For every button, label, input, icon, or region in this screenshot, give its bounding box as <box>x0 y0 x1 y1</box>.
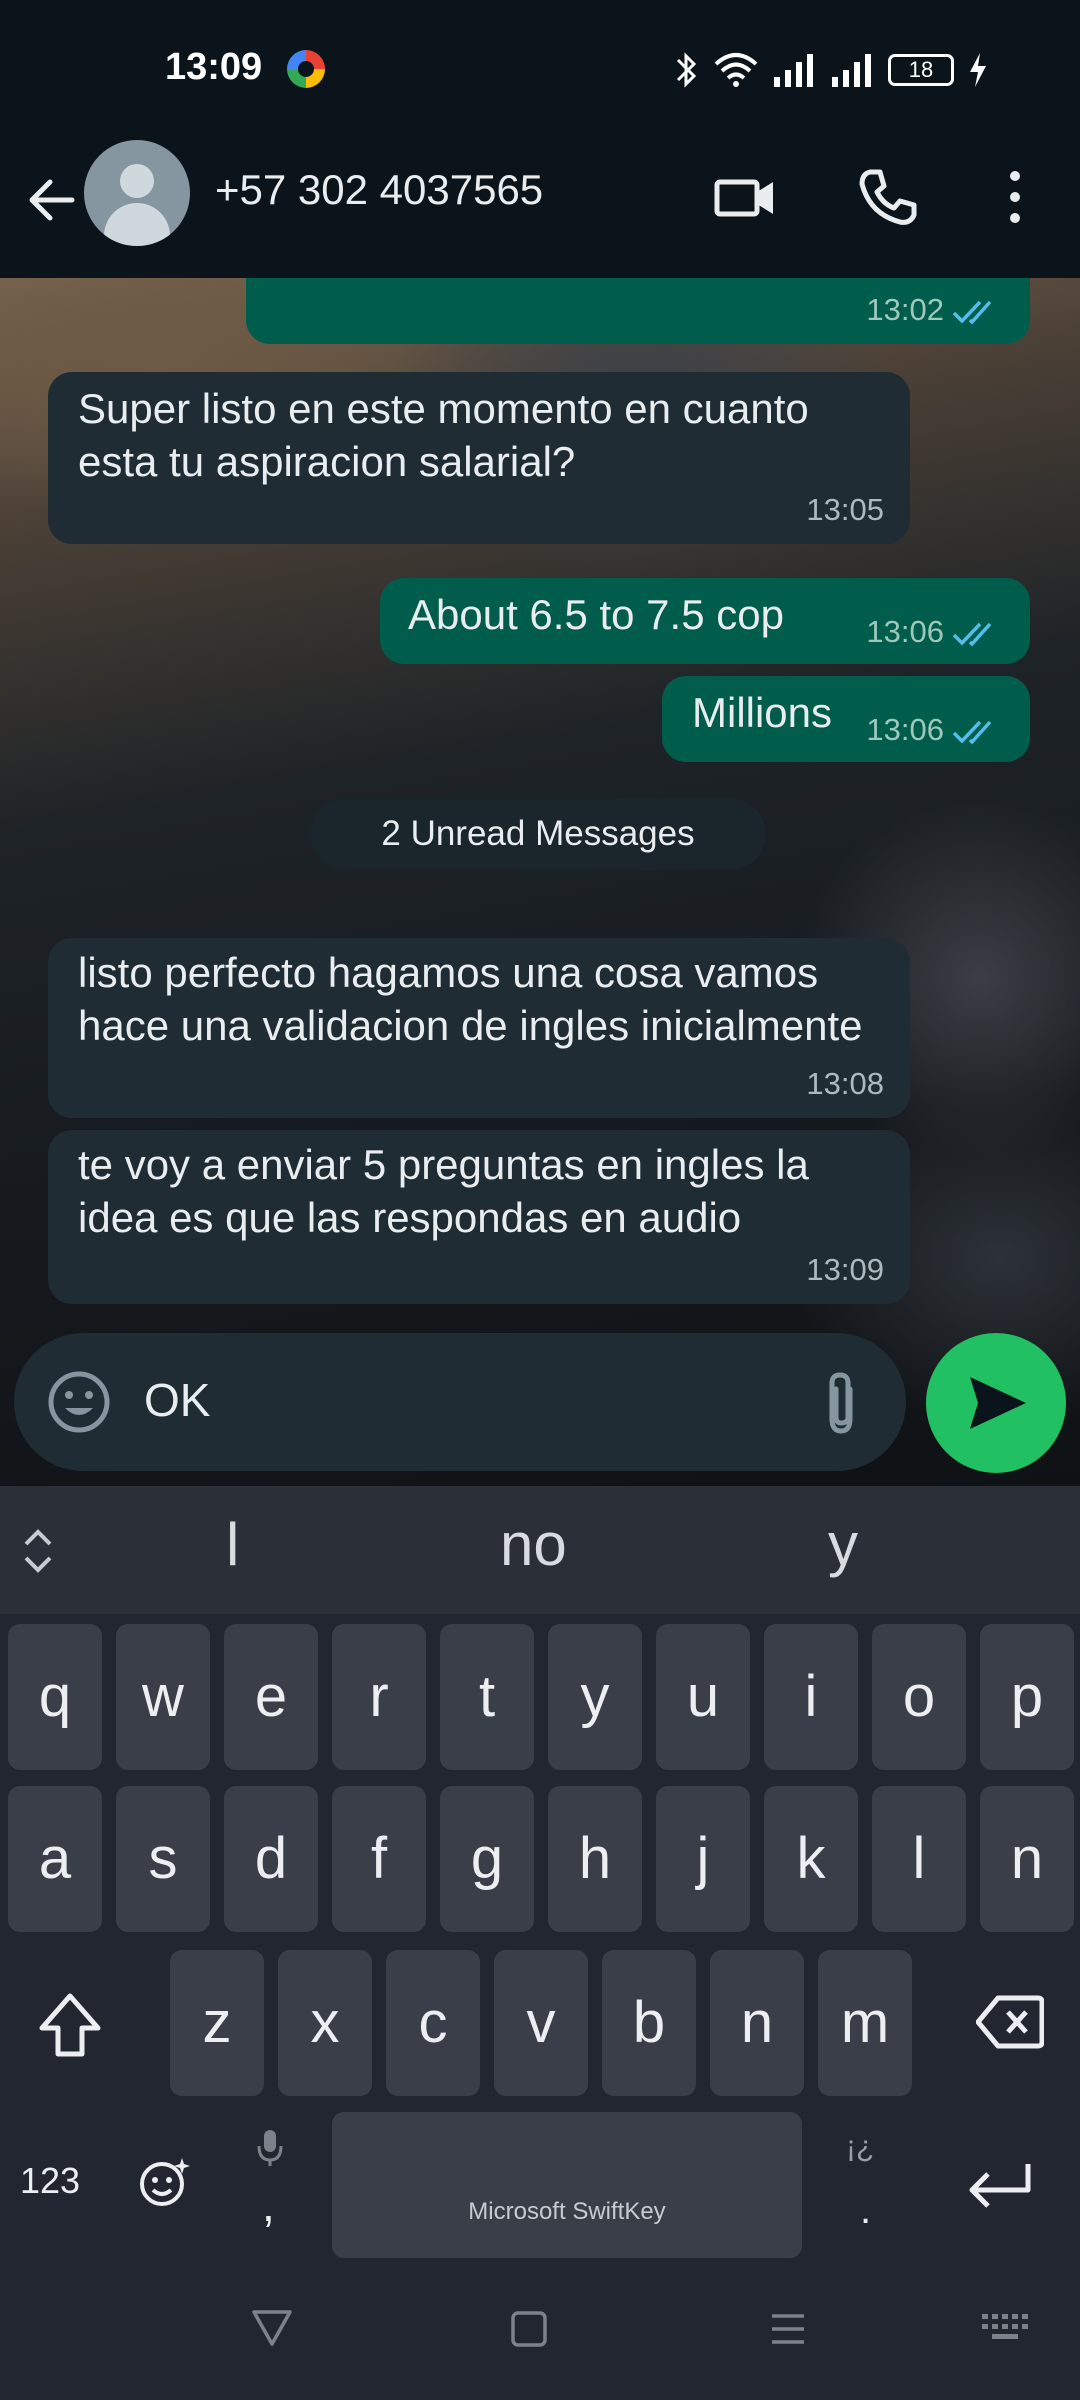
battery-level: 18 <box>908 57 934 82</box>
key-w[interactable]: w <box>116 1624 210 1770</box>
key-b[interactable]: b <box>602 1950 696 2096</box>
battery-icon: 18 <box>888 54 954 86</box>
key-d[interactable]: d <box>224 1786 318 1932</box>
key-h[interactable]: h <box>548 1786 642 1932</box>
chat-background: 13:02 Super listo en este momento en cua… <box>0 278 1080 1486</box>
charging-icon <box>970 53 986 87</box>
punctuation-hint: ¡¿ <box>846 2130 875 2163</box>
read-ticks-icon <box>952 300 992 325</box>
attach-icon[interactable] <box>816 1369 866 1437</box>
key-q[interactable]: q <box>8 1624 102 1770</box>
key-k[interactable]: k <box>764 1786 858 1932</box>
message-text: Super listo en este momento en cuanto es… <box>78 385 809 485</box>
key-p[interactable]: p <box>980 1624 1074 1770</box>
message-time: 13:05 <box>806 492 884 527</box>
message-text: te voy a enviar 5 preguntas en ingles la… <box>78 1141 809 1241</box>
key-i[interactable]: i <box>764 1624 858 1770</box>
status-icons: 18 <box>674 50 988 90</box>
key-t[interactable]: t <box>440 1624 534 1770</box>
key-n[interactable]: n <box>980 1786 1074 1932</box>
read-ticks-icon <box>952 622 992 647</box>
period-key[interactable]: . <box>860 2188 871 2233</box>
backspace-key[interactable] <box>976 1994 1044 2050</box>
message-bubble[interactable]: te voy a enviar 5 preguntas en ingles la… <box>48 1130 910 1304</box>
emoji-key-icon[interactable] <box>136 2154 192 2210</box>
enter-key[interactable] <box>966 2160 1034 2214</box>
status-bar: 13:09 18 <box>0 0 1080 140</box>
voice-call-icon[interactable] <box>852 162 922 232</box>
expand-toolbar-icon[interactable] <box>20 1526 56 1576</box>
message-time: 13:09 <box>806 1252 884 1287</box>
message-composer: OK <box>14 1333 906 1471</box>
message-bubble[interactable]: Super listo en este momento en cuanto es… <box>48 372 910 544</box>
key-j[interactable]: j <box>656 1786 750 1932</box>
send-icon <box>970 1377 1026 1429</box>
status-time: 13:09 <box>165 46 263 88</box>
message-bubble[interactable]: 13:02 <box>246 278 1030 344</box>
suggestion-3[interactable]: y <box>828 1510 858 1579</box>
key-a[interactable]: a <box>8 1786 102 1932</box>
key-n[interactable]: n <box>710 1950 804 2096</box>
space-bar[interactable]: Microsoft SwiftKey <box>332 2112 802 2258</box>
key-e[interactable]: e <box>224 1624 318 1770</box>
suggestion-bar: l no y <box>0 1486 1080 1614</box>
keyboard-switch-icon[interactable] <box>980 2312 1030 2344</box>
shift-key[interactable] <box>34 1990 106 2062</box>
recents-nav-icon[interactable] <box>768 2310 808 2348</box>
chat-header: +57 302 4037565 <box>0 140 1080 278</box>
wifi-icon <box>714 53 758 87</box>
message-time: 13:02 <box>866 283 1004 336</box>
back-arrow-icon[interactable] <box>22 170 82 230</box>
message-bubble[interactable]: Millions 13:06 <box>662 676 1030 762</box>
key-x[interactable]: x <box>278 1950 372 2096</box>
microphone-icon[interactable] <box>256 2128 284 2168</box>
message-text: listo perfecto hagamos una cosa vamos ha… <box>78 949 863 1049</box>
navigation-bar <box>0 2278 1080 2400</box>
suggestion-1[interactable]: l <box>226 1510 239 1579</box>
video-call-icon[interactable] <box>710 162 780 232</box>
bluetooth-icon <box>676 52 697 88</box>
key-c[interactable]: c <box>386 1950 480 2096</box>
unread-messages-divider: 2 Unread Messages <box>310 798 766 870</box>
message-input[interactable]: OK <box>144 1373 210 1427</box>
notification-app-icon <box>287 50 325 88</box>
key-m[interactable]: m <box>818 1950 912 2096</box>
key-l[interactable]: l <box>872 1786 966 1932</box>
key-y[interactable]: y <box>548 1624 642 1770</box>
key-g[interactable]: g <box>440 1786 534 1932</box>
signal-icon-1 <box>774 54 813 87</box>
space-bar-label: Microsoft SwiftKey <box>468 2198 666 2225</box>
emoji-icon[interactable] <box>44 1367 114 1437</box>
message-time: 13:06 <box>866 605 1004 658</box>
key-u[interactable]: u <box>656 1624 750 1770</box>
message-bubble[interactable]: listo perfecto hagamos una cosa vamos ha… <box>48 938 910 1118</box>
key-r[interactable]: r <box>332 1624 426 1770</box>
suggestion-2[interactable]: no <box>500 1510 567 1579</box>
message-time: 13:08 <box>806 1066 884 1101</box>
key-o[interactable]: o <box>872 1624 966 1770</box>
avatar[interactable] <box>84 140 190 246</box>
key-v[interactable]: v <box>494 1950 588 2096</box>
contact-name[interactable]: +57 302 4037565 <box>215 166 543 214</box>
home-nav-icon[interactable] <box>510 2310 548 2348</box>
read-ticks-icon <box>952 720 992 745</box>
message-text: About 6.5 to 7.5 cop <box>408 591 784 638</box>
key-z[interactable]: z <box>170 1950 264 2096</box>
comma-key[interactable]: , <box>262 2178 275 2232</box>
message-time: 13:06 <box>866 703 1004 756</box>
key-f[interactable]: f <box>332 1786 426 1932</box>
signal-icon-2 <box>832 54 871 87</box>
send-button[interactable] <box>926 1333 1066 1473</box>
key-s[interactable]: s <box>116 1786 210 1932</box>
numbers-key[interactable]: 123 <box>20 2160 80 2202</box>
message-bubble[interactable]: About 6.5 to 7.5 cop 13:06 <box>380 578 1030 664</box>
message-text: Millions <box>692 689 833 736</box>
more-options-icon[interactable] <box>985 162 1045 232</box>
back-nav-icon[interactable] <box>250 2308 294 2348</box>
